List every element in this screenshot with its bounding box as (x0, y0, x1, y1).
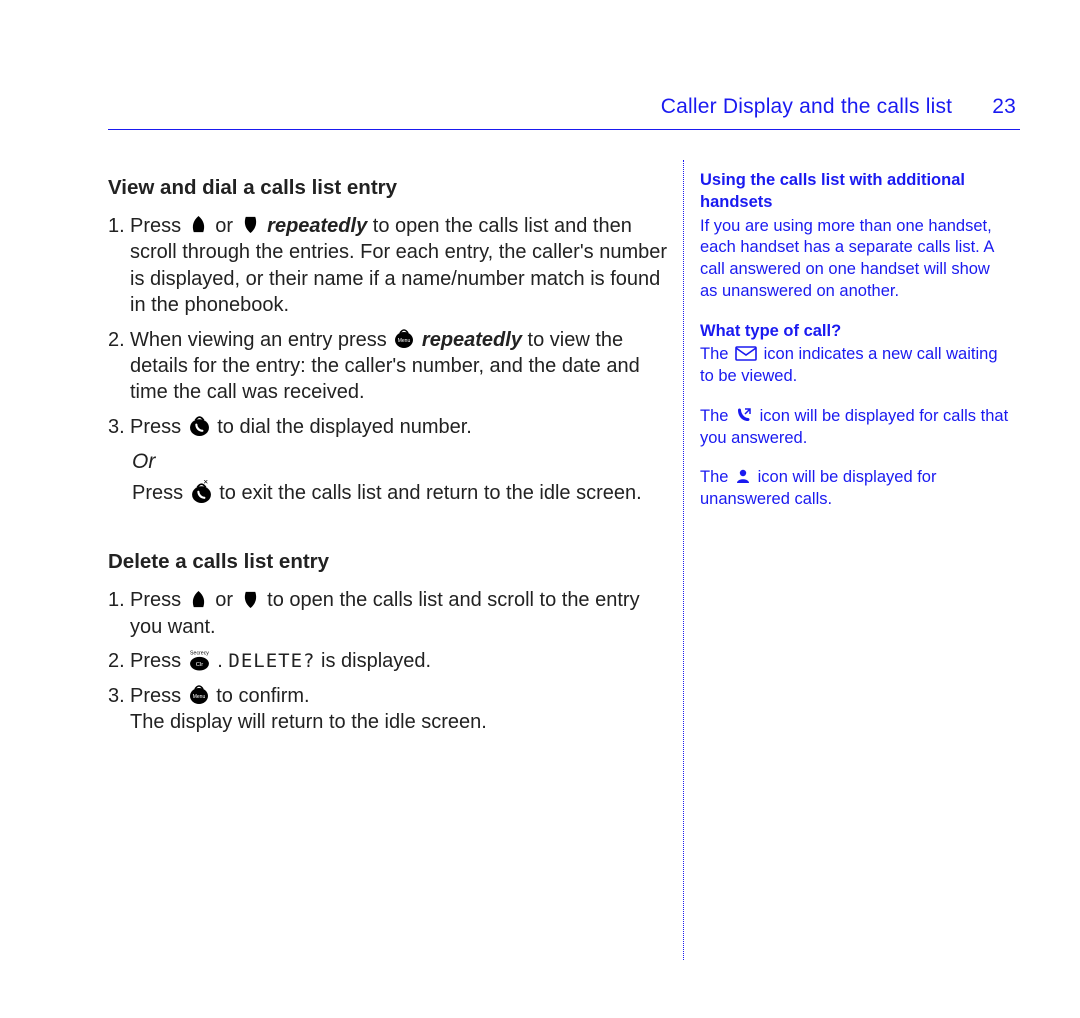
delete-step-1: 1. Press or to open the calls list and s… (108, 587, 673, 640)
svg-text:Secrecy: Secrecy (190, 651, 209, 657)
menu-button-icon: Menu (394, 328, 414, 348)
step-3: 3. Press to dial the displayed number. (108, 414, 673, 440)
envelope-icon (735, 346, 757, 361)
side-text-newcall: The icon indicates a new call waiting to… (700, 344, 1010, 388)
up-button-icon (189, 215, 208, 234)
section-heading-view-dial: View and dial a calls list entry (108, 174, 673, 201)
display-text: DELETE? (228, 650, 315, 672)
answered-call-icon (735, 407, 753, 423)
svg-text:Clr: Clr (196, 662, 203, 668)
svg-text:Menu: Menu (192, 694, 205, 700)
step-1: 1. Press or repeatedly to open the calls… (108, 213, 673, 319)
running-title: Caller Display and the calls list (661, 95, 952, 118)
talk-button-icon (189, 415, 210, 436)
alt-step: Press ✕ to exit the calls list and retur… (132, 480, 673, 506)
svg-text:Menu: Menu (398, 338, 411, 344)
down-button-icon (241, 590, 260, 609)
unanswered-call-icon (735, 468, 751, 484)
exit-button-icon: ✕ (191, 480, 212, 503)
side-heading-handsets: Using the calls list with additional han… (700, 170, 1010, 214)
side-text-answered: The icon will be displayed for calls tha… (700, 406, 1010, 450)
svg-text:✕: ✕ (203, 480, 208, 486)
side-column: Using the calls list with additional han… (700, 160, 1020, 960)
side-text-handsets: If you are using more than one handset, … (700, 216, 1010, 303)
column-divider (683, 160, 684, 960)
section-heading-delete: Delete a calls list entry (108, 548, 673, 575)
step-2: 2. When viewing an entry press Menu repe… (108, 327, 673, 406)
delete-step-3: 3. Press Menu to confirm. The display wi… (108, 683, 673, 736)
side-heading-calltype: What type of call? (700, 321, 1010, 343)
delete-step-2: 2. Press SecrecyClr . DELETE? is display… (108, 648, 673, 674)
menu-button-icon: Menu (189, 684, 209, 704)
up-button-icon (189, 590, 208, 609)
down-button-icon (241, 215, 260, 234)
manual-page: Caller Display and the calls list 23 Vie… (0, 0, 1080, 960)
running-header: Caller Display and the calls list 23 (108, 95, 1016, 119)
two-column-layout: View and dial a calls list entry 1. Pres… (108, 160, 1020, 960)
header-rule (108, 129, 1020, 130)
clr-button-icon: Secrecy Clr (189, 648, 210, 671)
side-text-unanswered: The icon will be displayed for unanswere… (700, 467, 1010, 511)
or-label: Or (132, 448, 673, 476)
page-number: 23 (992, 95, 1016, 119)
main-column: View and dial a calls list entry 1. Pres… (108, 160, 673, 960)
